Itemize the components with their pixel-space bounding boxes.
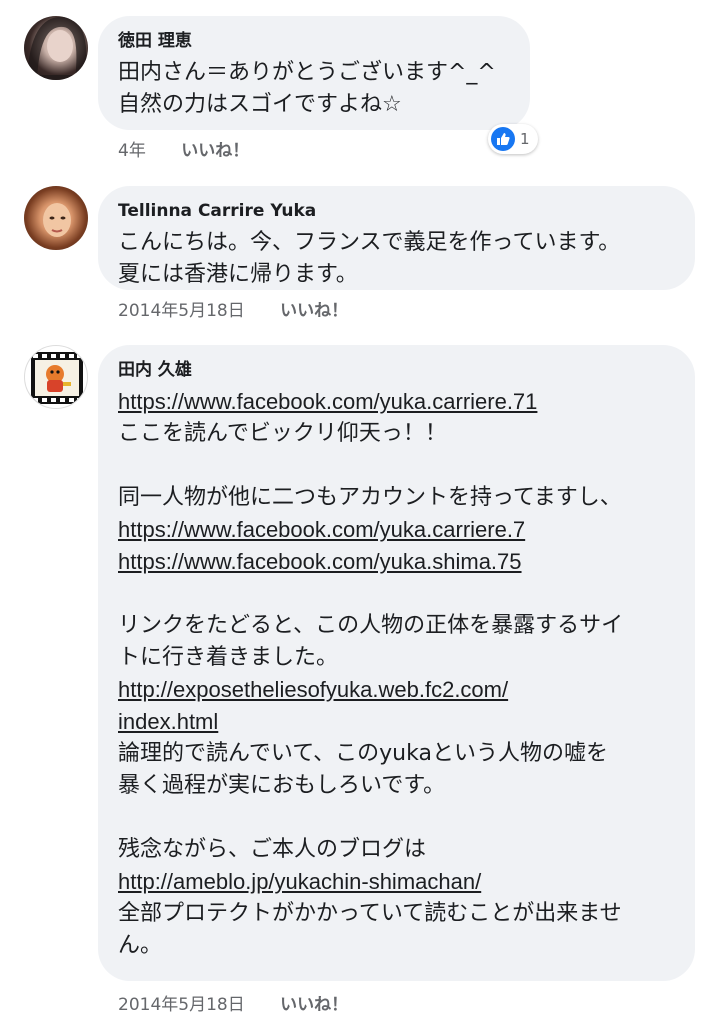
comment-bubble: Tellinna Carrire Yuka こんにちは。今、フランスで義足を作っ… [98,186,695,290]
comment-text-line: ここを読んでビックリ仰天っ！！ [118,421,447,446]
avatar[interactable] [24,345,88,409]
comment-text-line: ん。 [118,933,163,958]
comment-text-line: リンクをたどると、この人物の正体を暴露するサイ [118,613,624,638]
comment-text-line: 同一人物が他に二つもアカウントを持ってますし、 [118,485,622,510]
thumbs-up-icon [491,127,515,151]
comment-text-line: こんにちは。今、フランスで義足を作っています。 [118,230,621,255]
like-link[interactable]: いいね！ [280,296,348,321]
comment-link[interactable]: https://www.facebook.com/yuka.carriere.7… [118,386,675,418]
avatar-photo [26,16,87,80]
cartoon-avatar-icon [31,352,83,404]
comment-text-line: 暴く過程が実におもしろいです。 [118,773,446,798]
comment-timestamp[interactable]: 2014年5月18日 [118,296,245,321]
reaction-count[interactable]: 1 [488,124,538,154]
comment-text-line: 自然の力はスゴイですよね☆ [118,92,402,117]
comment-timestamp[interactable]: 2014年5月18日 [118,990,245,1015]
like-link[interactable]: いいね！ [280,990,348,1015]
comment-author[interactable]: 田内 久雄 [118,359,675,381]
comment-text-line: 論理的で読んでいて、このyukaという人物の嘘を [118,741,608,766]
reaction-count-value: 1 [520,130,530,148]
avatar[interactable] [24,16,88,80]
comment-link[interactable]: https://www.facebook.com/yuka.shima.75 [118,546,675,578]
comment-text-line: 夏には香港に帰ります。 [118,262,358,287]
comment-author[interactable]: 徳田 理恵 [118,30,510,52]
comment-bubble: 徳田 理恵 田内さん＝ありがとうございます^_^ 自然の力はスゴイですよね☆ [98,16,530,130]
comment-meta: 4年 いいね！ [118,136,249,161]
comment-link[interactable]: https://www.facebook.com/yuka.carriere.7 [118,514,675,546]
avatar[interactable] [24,186,88,250]
avatar-photo [43,203,71,237]
like-link[interactable]: いいね！ [181,136,249,161]
comment-author[interactable]: Tellinna Carrire Yuka [118,200,675,222]
comment-meta: 2014年5月18日 いいね！ [118,296,348,321]
comment-text-line: 残念ながら、ご本人のブログは [118,837,427,862]
comment-link[interactable]: index.html [118,706,675,738]
comment-meta: 2014年5月18日 いいね！ [118,990,348,1015]
comment-link[interactable]: http://ameblo.jp/yukachin-shimachan/ [118,866,675,898]
comment-text-line: 田内さん＝ありがとうございます^_^ [118,60,496,85]
comment-link[interactable]: http://exposetheliesofyuka.web.fc2.com/ [118,674,675,706]
comment-bubble: 田内 久雄 https://www.facebook.com/yuka.carr… [98,345,695,981]
comment-text-line: トに行き着きました。 [118,645,339,670]
comment-text-line: 全部プロテクトがかかっていて読むことが出来ませ [118,901,622,926]
comment-timestamp[interactable]: 4年 [118,136,146,161]
